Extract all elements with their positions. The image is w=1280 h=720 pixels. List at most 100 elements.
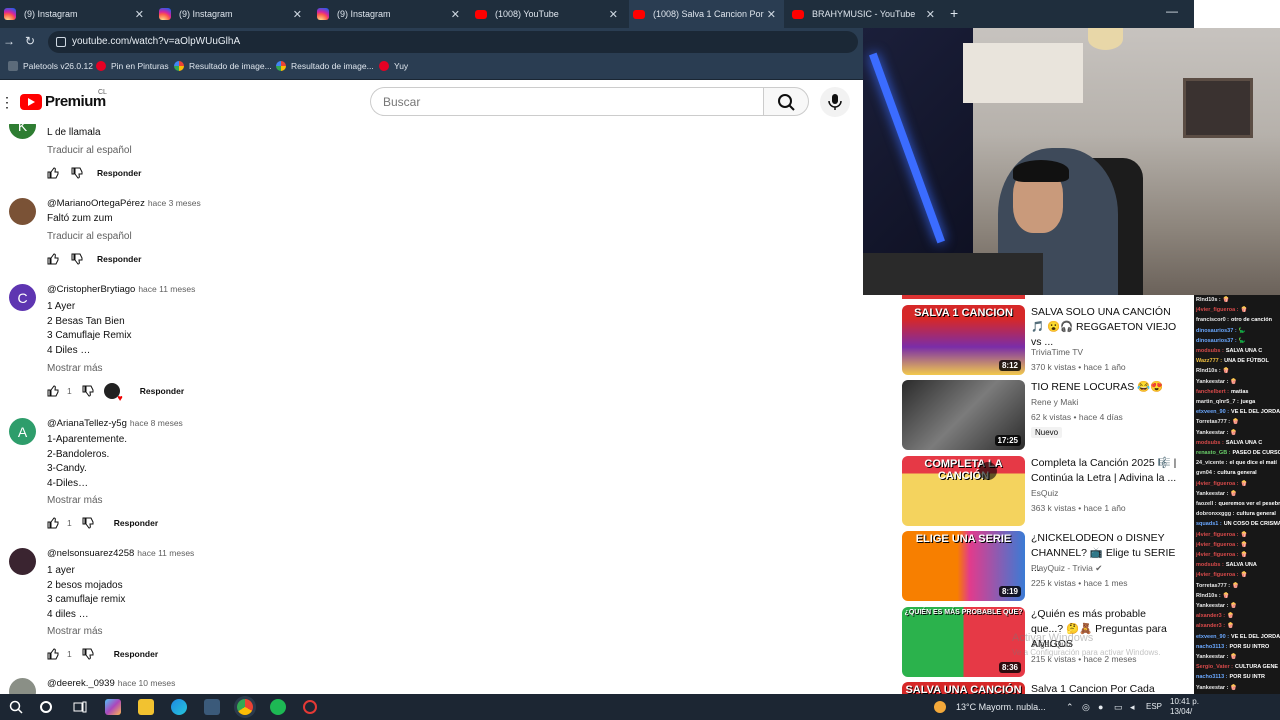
bookmark-pinturas[interactable]: Pin en Pinturas [96, 61, 169, 71]
close-tab-icon[interactable]: ✕ [451, 8, 460, 21]
video-thumbnail[interactable]: 17:25 [902, 380, 1025, 450]
like-icon[interactable] [47, 517, 59, 529]
chat-username[interactable]: j4vier_figueroa : [1196, 552, 1239, 558]
chat-username[interactable]: j4vier_figueroa : [1196, 542, 1239, 548]
translate-link[interactable]: Traducir al español [47, 231, 132, 242]
video-title[interactable]: SALVA SOLO UNA CANCIÓN 🎵 😮🎧 REGGAETON VI… [1031, 305, 1177, 350]
forward-icon[interactable]: → [3, 34, 15, 48]
minimize-icon[interactable]: — [1166, 4, 1178, 18]
close-tab-icon[interactable]: ✕ [767, 8, 776, 21]
chat-username[interactable]: Rlnd10s : [1196, 368, 1221, 374]
chat-username[interactable]: Torretas777 : [1196, 583, 1230, 589]
volume-icon[interactable]: ◂ [1130, 702, 1135, 713]
avatar[interactable]: C [9, 284, 36, 311]
video-thumbnail[interactable]: SALVA 1 CANCION 8:12 [902, 305, 1025, 375]
tab-youtube-home[interactable]: (1008) YouTube ✕ [471, 0, 626, 28]
tab-brahymusic[interactable]: BRAHYMUSIC - YouTube ✕ [788, 0, 943, 28]
close-tab-icon[interactable]: ✕ [609, 8, 618, 21]
chat-username[interactable]: etxveen_90 : [1196, 634, 1229, 640]
like-icon[interactable] [47, 648, 59, 660]
chat-username[interactable]: Rlnd10s : [1196, 593, 1221, 599]
chat-username[interactable]: j4vier_figueroa : [1196, 481, 1239, 487]
weather-widget[interactable]: 13°C Mayorm. nubla... [934, 701, 1046, 713]
chat-username[interactable]: Yankeestar : [1196, 603, 1228, 609]
like-icon[interactable] [47, 167, 59, 179]
tab-instagram-1[interactable]: (9) Instagram ✕ [0, 0, 152, 28]
search-button[interactable] [763, 87, 809, 116]
comment-time[interactable]: hace 11 meses [138, 284, 195, 294]
bookmark-paletools[interactable]: Paletools v26.0.12 [8, 61, 93, 71]
translate-link[interactable]: Traducir al español [47, 145, 132, 156]
bookmark-google-2[interactable]: Resultado de image... [276, 61, 374, 71]
battery-icon[interactable]: ▭ [1114, 702, 1123, 713]
recommended-video[interactable]: ELIGE UNA SERIE 8:19 ¿NICKELODEON o DISN… [902, 531, 1196, 601]
spotify-icon[interactable] [270, 699, 286, 715]
show-more-link[interactable]: Mostrar más [47, 495, 103, 506]
chat-username[interactable]: dobronxxggg : [1196, 511, 1235, 517]
channel-name[interactable]: TriviaTime TV [1031, 347, 1181, 357]
site-info-icon[interactable] [56, 37, 66, 47]
cortana-icon[interactable] [40, 701, 52, 713]
comment-author[interactable]: @ArianaTellez-y5g [47, 418, 127, 429]
chat-username[interactable]: Yankeestar : [1196, 491, 1228, 497]
reply-button[interactable]: Responder [97, 168, 141, 178]
recommended-video[interactable]: SALVA 1 CANCION 8:12 SALVA SOLO UNA CANC… [902, 305, 1196, 375]
reload-icon[interactable]: ↻ [25, 34, 35, 48]
chat-username[interactable]: etxveen_90 : [1196, 409, 1229, 415]
tab-instagram-2[interactable]: (9) Instagram ✕ [155, 0, 310, 28]
chat-username[interactable]: j4vier_figueroa : [1196, 307, 1239, 313]
chat-username[interactable]: Yankeestar : [1196, 654, 1228, 660]
avatar[interactable] [9, 198, 36, 225]
chat-username[interactable]: franciscor0 : [1196, 317, 1229, 323]
youtube-logo[interactable]: Premium [20, 93, 106, 110]
comment-time[interactable]: hace 11 meses [137, 548, 194, 558]
chat-username[interactable]: j4vier_figueroa : [1196, 572, 1239, 578]
url-field[interactable]: youtube.com/watch?v=aOlpWUuGlhA [48, 31, 858, 53]
comment-author[interactable]: @deerek._0939 [47, 678, 115, 689]
recommended-video[interactable]: 17:25 TIO RENE LOCURAS 😂😍 Rene y Maki 62… [902, 380, 1196, 450]
chat-username[interactable]: martin_qlnr5_7 : [1196, 399, 1239, 405]
chat-username[interactable]: faozell : [1196, 501, 1216, 507]
chat-username[interactable]: dinosaurios37 : [1196, 328, 1237, 334]
search-icon[interactable] [8, 699, 24, 715]
comment-author[interactable]: @nelsonsuarez4258 [47, 548, 134, 559]
chat-username[interactable]: Torretas777 : [1196, 419, 1230, 425]
search-input[interactable]: Buscar [370, 87, 764, 116]
chat-username[interactable]: dinosaurios37 : [1196, 338, 1237, 344]
video-thumbnail[interactable]: ¿QUIÉN ES MÁS PROBABLE QUE? 8:36 [902, 607, 1025, 677]
comment-time[interactable]: hace 8 meses [130, 418, 183, 428]
chat-username[interactable]: modsubs : [1196, 348, 1224, 354]
chat-username[interactable]: Yankeestar : [1196, 685, 1228, 691]
show-more-link[interactable]: Mostrar más [47, 363, 103, 374]
reply-button[interactable]: Responder [97, 254, 141, 264]
reply-button[interactable]: Responder [114, 518, 158, 528]
chat-username[interactable]: 24_vicente : [1196, 460, 1228, 466]
tab-youtube-video[interactable]: (1008) Salva 1 Cancion Por Cad ✕ [629, 0, 784, 28]
like-icon[interactable] [47, 385, 59, 397]
chat-username[interactable]: Sergio_Vater : [1196, 664, 1233, 670]
chat-username[interactable]: modsubs : [1196, 562, 1224, 568]
file-explorer-icon[interactable] [138, 699, 154, 715]
avatar[interactable]: A [9, 418, 36, 445]
tab-instagram-3[interactable]: (9) Instagram ✕ [313, 0, 468, 28]
avatar[interactable] [9, 678, 36, 694]
close-tab-icon[interactable]: ✕ [293, 8, 302, 21]
chat-username[interactable]: Rlnd10s : [1196, 297, 1221, 303]
chat-username[interactable]: Yankeestar : [1196, 430, 1228, 436]
comment-author[interactable]: @CristopherBrytiago [47, 284, 135, 295]
task-view-icon[interactable] [72, 699, 88, 715]
comment-time[interactable]: hace 10 meses [118, 678, 176, 688]
close-tab-icon[interactable]: ✕ [926, 8, 935, 21]
chevron-up-icon[interactable]: ⌃ [1066, 702, 1074, 713]
chrome-icon[interactable] [237, 699, 253, 715]
store-icon[interactable] [204, 699, 220, 715]
channel-name[interactable]: PlayQuiz - Trivia ✔ [1031, 563, 1181, 574]
dislike-icon[interactable] [71, 167, 83, 179]
microphone-icon[interactable]: ● [1098, 702, 1103, 712]
dislike-icon[interactable] [82, 648, 94, 660]
copilot-icon[interactable] [105, 699, 121, 715]
chat-username[interactable]: renasto_GB : [1196, 450, 1231, 456]
chat-username[interactable]: gvn04 : [1196, 470, 1215, 476]
clock[interactable]: 10:41 p. 13/04/ [1170, 697, 1199, 717]
dislike-icon[interactable] [82, 517, 94, 529]
